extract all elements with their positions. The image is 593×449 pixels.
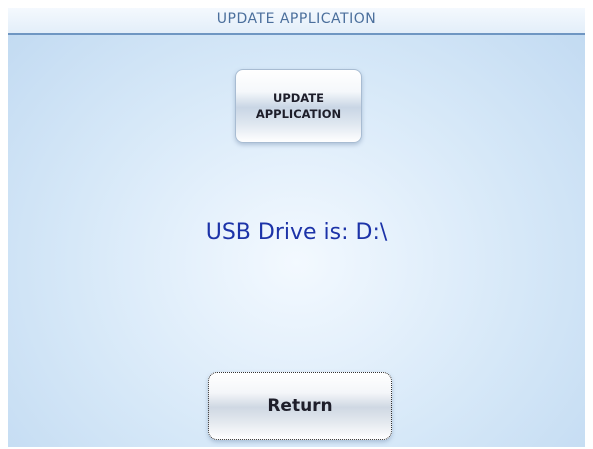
- update-application-window: UPDATE APPLICATION UPDATE APPLICATION US…: [8, 8, 585, 447]
- window-title: UPDATE APPLICATION: [216, 11, 377, 27]
- update-application-button-label: UPDATE APPLICATION: [255, 91, 342, 121]
- return-button-label: Return: [267, 396, 333, 416]
- return-button[interactable]: Return: [208, 372, 392, 440]
- usb-drive-status: USB Drive is: D:\: [205, 220, 388, 245]
- title-bar: UPDATE APPLICATION: [8, 8, 585, 35]
- update-application-button[interactable]: UPDATE APPLICATION: [235, 69, 362, 143]
